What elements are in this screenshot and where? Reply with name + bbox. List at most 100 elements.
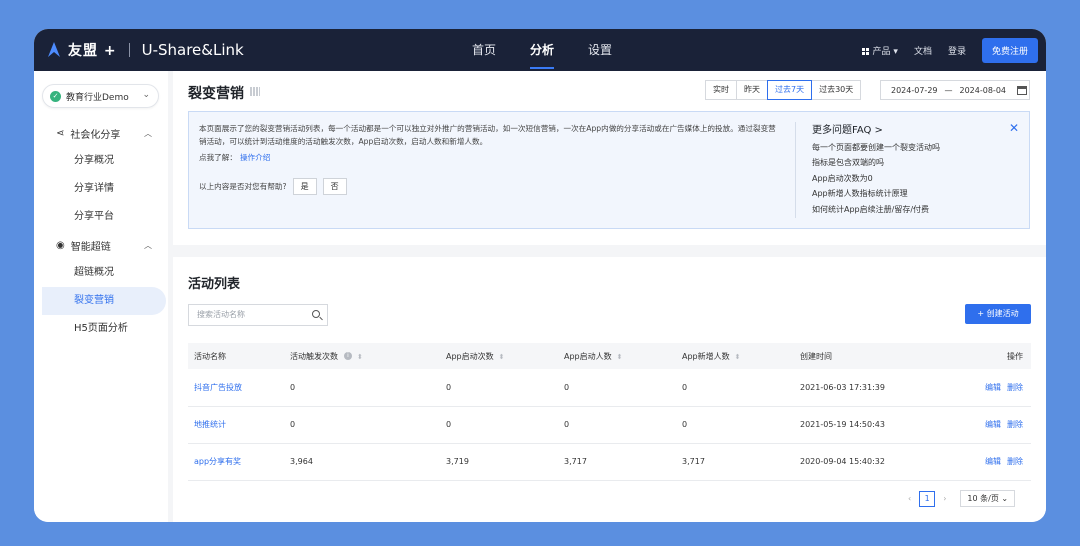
edit-button[interactable]: 编辑 (985, 457, 1001, 466)
table-row: 抖音广告投放 0 0 0 0 2021-06-03 17:31:39 编辑 删除 (188, 369, 1031, 407)
col-new-users[interactable]: App新增人数 ⬍ (676, 343, 794, 369)
header-panel: 裂变营销 实时 昨天 过去7天 过去30天 2024-07-29 — 2024-… (173, 71, 1046, 245)
sort-icon[interactable]: ⬍ (499, 353, 505, 361)
tenant-icon: ✓ (50, 90, 61, 102)
close-icon[interactable]: ✕ (1009, 121, 1019, 135)
feedback-question: 以上内容是否对您有帮助? (199, 182, 287, 191)
faq-item[interactable]: App新增人数指标统计原理 (812, 186, 940, 202)
col-trigger[interactable]: 活动触发次数 i ⬍ (284, 343, 440, 369)
brand-divider (128, 43, 130, 57)
sidebar-item-link-overview[interactable]: 超链概况 (34, 259, 168, 287)
sidebar-group-head-social[interactable]: ⋖ 社会化分享 ︿ (34, 119, 168, 147)
col-users[interactable]: App启动人数 ⬍ (558, 343, 676, 369)
create-activity-button[interactable]: + 创建活动 (965, 304, 1031, 324)
pagination: ‹ 1 › 10 条/页 ⌄ (908, 490, 1016, 507)
cell-actions: 编辑 删除 (944, 443, 1031, 481)
col-name: 活动名称 (188, 343, 284, 369)
date-range-picker[interactable]: 2024-07-29 — 2024-08-04 (880, 80, 1030, 100)
operation-guide-link[interactable]: 操作介绍 (240, 153, 270, 162)
feedback-yes-button[interactable]: 是 (292, 178, 317, 195)
app-window: 友盟 + U-Share&Link 首页 分析 设置 产品 ▾ 文档 登录 免费… (34, 29, 1046, 522)
nav-analysis[interactable]: 分析 (530, 29, 555, 71)
delete-button[interactable]: 删除 (1007, 420, 1023, 429)
sort-icon[interactable]: ⬍ (357, 353, 363, 361)
search-icon[interactable] (312, 310, 320, 318)
page-size-select[interactable]: 10 条/页 ⌄ (960, 490, 1016, 507)
activity-name-link[interactable]: 地推统计 (188, 406, 284, 444)
brand[interactable]: 友盟 + U-Share&Link (46, 29, 244, 71)
info-text: 本页面展示了您的裂变营销活动列表，每一个活动都是一个可以独立对外推广的营销活动，… (199, 124, 776, 146)
cell-users: 0 (558, 369, 676, 407)
learn-prefix: 点我了解： (199, 153, 237, 162)
activity-name-link[interactable]: 抖音广告投放 (188, 369, 284, 407)
chevron-down-icon: ⌄ (142, 90, 150, 100)
range-tab-30days[interactable]: 过去30天 (811, 80, 862, 100)
signup-button[interactable]: 免费注册 (981, 37, 1038, 63)
sidebar-item-share-overview[interactable]: 分享概况 (34, 147, 168, 175)
list-title: 活动列表 (188, 277, 241, 292)
col-actions: 操作 (944, 343, 1031, 369)
cell-created: 2021-06-03 17:31:39 (794, 369, 944, 407)
faq-item[interactable]: App启动次数为0 (812, 171, 940, 187)
title-badge-icon (250, 87, 260, 96)
col-created: 创建时间 (794, 343, 944, 369)
cell-actions: 编辑 删除 (944, 406, 1031, 444)
feedback-row: 以上内容是否对您有帮助? 是 否 (199, 178, 347, 195)
page-size-label: 10 条/页 (967, 494, 999, 503)
sidebar-item-h5-analysis[interactable]: H5页面分析 (34, 315, 168, 343)
edit-button[interactable]: 编辑 (985, 383, 1001, 392)
info-box: 本页面展示了您的裂变营销活动列表，每一个活动都是一个可以独立对外推广的营销活动，… (188, 111, 1030, 229)
activity-name-link[interactable]: app分享有奖 (188, 443, 284, 481)
login-link[interactable]: 登录 (948, 44, 966, 57)
sort-icon[interactable]: ⬍ (617, 353, 623, 361)
info-learn: 点我了解： 操作介绍 (199, 152, 270, 163)
product-menu[interactable]: 产品 ▾ (861, 44, 898, 57)
cell-trigger: 0 (284, 369, 440, 407)
logo-icon (48, 42, 60, 57)
faq-title[interactable]: 更多问题FAQ > (812, 123, 940, 139)
feedback-no-button[interactable]: 否 (322, 178, 347, 195)
delete-button[interactable]: 删除 (1007, 457, 1023, 466)
table-row: app分享有奖 3,964 3,719 3,717 3,717 2020-09-… (188, 443, 1031, 481)
range-tab-7days[interactable]: 过去7天 (767, 80, 813, 100)
tenant-name: 教育行业Demo (66, 92, 129, 103)
page-number[interactable]: 1 (919, 490, 936, 507)
activity-list-panel: 活动列表 搜索活动名称 + 创建活动 活动名称 活动触发次数 i ⬍ App启动次数… (173, 257, 1046, 522)
search-input[interactable]: 搜索活动名称 (188, 304, 328, 326)
link-icon: ◉ (56, 239, 65, 251)
faq-item[interactable]: 每一个页面都要创建一个裂变活动吗 (812, 140, 940, 156)
cell-launch: 3,719 (440, 443, 558, 481)
range-tab-realtime[interactable]: 实时 (705, 80, 737, 100)
docs-link[interactable]: 文档 (914, 44, 932, 57)
sidebar-item-fission-marketing[interactable]: 裂变营销 (42, 287, 166, 315)
nav-settings[interactable]: 设置 (588, 29, 612, 71)
sidebar-item-share-platform[interactable]: 分享平台 (34, 203, 168, 231)
info-icon[interactable]: i (344, 352, 352, 360)
col-launch[interactable]: App启动次数 ⬍ (440, 343, 558, 369)
grid-icon (861, 47, 869, 55)
search-placeholder: 搜索活动名称 (197, 310, 245, 319)
sidebar-group-link: ◉ 智能超链 ︿ 超链概况 裂变营销 H5页面分析 (34, 231, 168, 343)
cell-actions: 编辑 删除 (944, 369, 1031, 407)
sidebar-item-share-detail[interactable]: 分享详情 (34, 175, 168, 203)
cell-created: 2020-09-04 15:40:32 (794, 443, 944, 481)
faq-item[interactable]: 如何统计App启续注册/留存/付费 (812, 202, 940, 218)
cell-trigger: 0 (284, 406, 440, 444)
tenant-selector[interactable]: ✓ 教育行业Demo ⌄ (42, 84, 159, 108)
activity-table: 活动名称 活动触发次数 i ⬍ App启动次数 ⬍ App启动人数 ⬍ App新增人数 ⬍… (188, 343, 1031, 481)
table-row: 地推统计 0 0 0 0 2021-05-19 14:50:43 编辑 删除 (188, 406, 1031, 444)
next-page-icon[interactable]: › (943, 494, 946, 503)
prev-page-icon[interactable]: ‹ (908, 494, 911, 503)
sidebar-group-head-link[interactable]: ◉ 智能超链 ︿ (34, 231, 168, 259)
faq-item[interactable]: 指标是包含双端的吗 (812, 155, 940, 171)
nav-home[interactable]: 首页 (472, 29, 496, 71)
date-end: 2024-08-04 (959, 85, 1007, 95)
cell-users: 3,717 (558, 443, 676, 481)
table-header: 活动名称 活动触发次数 i ⬍ App启动次数 ⬍ App启动人数 ⬍ App新增人数 ⬍… (188, 343, 1031, 369)
edit-button[interactable]: 编辑 (985, 420, 1001, 429)
range-tab-yesterday[interactable]: 昨天 (736, 80, 768, 100)
page-title: 裂变营销 (188, 86, 244, 102)
sort-icon[interactable]: ⬍ (735, 353, 741, 361)
chevron-up-icon: ︿ (144, 240, 152, 250)
delete-button[interactable]: 删除 (1007, 383, 1023, 392)
